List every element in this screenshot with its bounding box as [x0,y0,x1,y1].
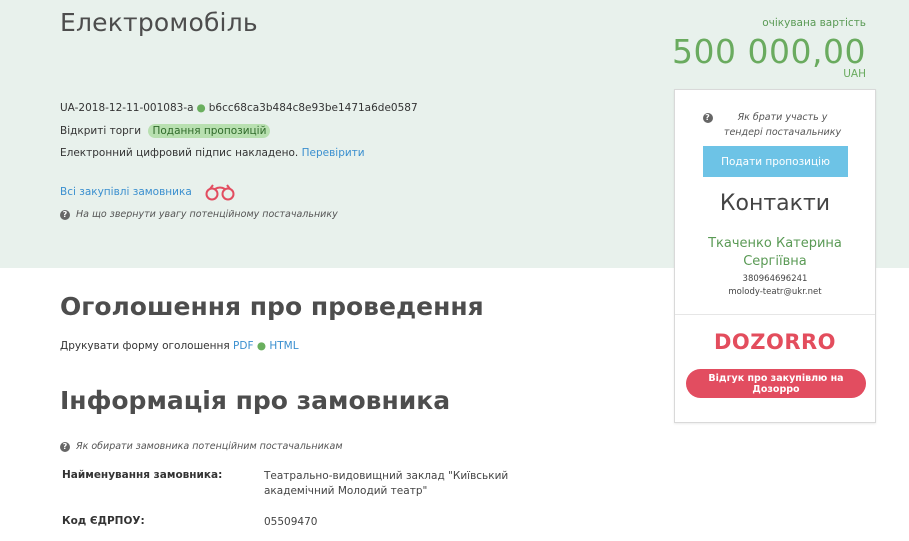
attention-help-row[interactable]: ? На що звернути увагу потенційному пост… [60,209,338,220]
price-currency: UAH [843,68,866,80]
question-icon: ? [60,209,70,220]
all-purchases-row: Всі закупівлі замовника [60,183,236,201]
pdf-link[interactable]: PDF [233,340,253,352]
status-row: Відкриті торги Подання пропозицій [60,124,271,138]
customer-name-value: Театрально-видовищний заклад "Київський … [264,470,509,497]
customer-help-text: Як обирати замовника потенційним постача… [76,441,343,452]
question-icon: ? [702,112,713,123]
separator-dot: ● [256,340,267,352]
html-link[interactable]: HTML [269,340,298,352]
tender-hash: b6cc68ca3b484c8e93be1471a6de0587 [208,102,418,114]
signature-text: Електронний цифровий підпис накладено. [60,147,299,159]
contact-email: molody-teatr@ukr.net [728,287,822,297]
contact-phone: 380964696241 [742,274,808,284]
procedure-type: Відкриті торги [60,125,142,137]
contact-name: Ткаченко Катерина Сергіївна [708,236,842,269]
contacts-title: Контакти [719,191,831,216]
customer-name-label: Найменування замовника: [62,469,223,481]
separator-dot: ● [196,102,206,114]
question-icon: ? [60,441,70,452]
price-label: очікувана вартість [762,17,866,29]
verify-signature-link[interactable]: Перевірити [302,147,365,159]
customer-help-row[interactable]: ? Як обирати замовника потенційним поста… [60,441,342,452]
edrpou-label: Код ЄДРПОУ: [62,515,145,527]
all-purchases-link[interactable]: Всі закупівлі замовника [60,186,192,198]
dozorro-logo: DOZORRO [713,330,837,354]
customer-info-title: Інформація про замовника [60,386,451,415]
announcement-title: Оголошення про проведення [60,292,484,321]
signature-row: Електронний цифровий підпис накладено. П… [60,147,365,159]
expected-price: 500 000,00 [672,32,866,71]
page-title: Електромобіль [60,8,258,37]
submit-proposal-button[interactable]: Подати пропозицію [703,146,848,177]
status-badge: Подання пропозицій [148,124,271,138]
sidebar-card: ? Як брати участь у тендері постачальнику… [674,89,876,423]
tender-id-row: UA-2018-12-11-001083-a ● b6cc68ca3b484c8e9… [60,102,418,114]
binoculars-icon[interactable] [204,183,236,201]
participation-help-text: Як брати участь у тендері постачальнику [723,112,842,138]
divider [675,314,875,315]
participation-help[interactable]: ? Як брати участь у тендері постачальнику [675,110,875,140]
attention-help-text: На що звернути увагу потенційному постач… [76,209,338,220]
print-form-text: Друкувати форму оголошення [60,340,230,352]
edrpou-value: 05509470 [264,516,318,528]
print-form-row: Друкувати форму оголошення PDF ● HTML [60,340,299,352]
dozorro-feedback-button[interactable]: Відгук про закупівлю на Дозорро [686,369,866,398]
tender-id: UA-2018-12-11-001083-a [60,102,194,114]
